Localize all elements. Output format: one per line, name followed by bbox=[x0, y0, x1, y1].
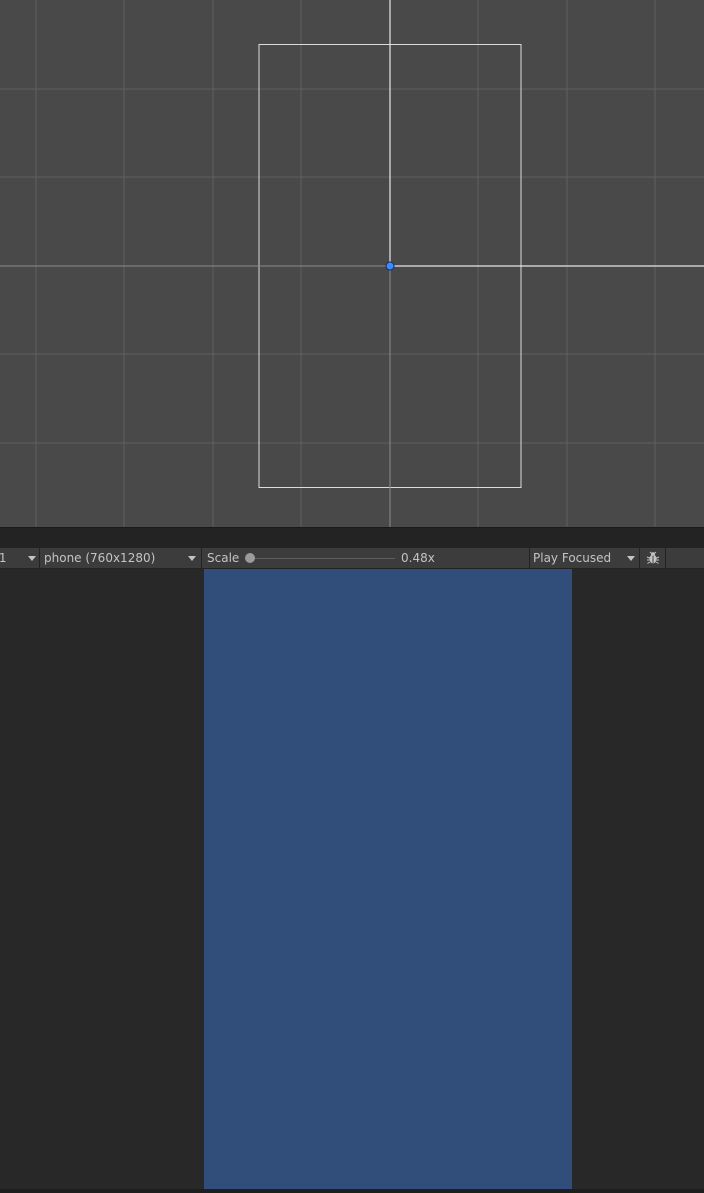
scale-slider-track[interactable] bbox=[247, 558, 395, 559]
display-dropdown-label: y 1 bbox=[0, 551, 7, 565]
scene-view[interactable] bbox=[0, 0, 704, 527]
scale-label: Scale bbox=[207, 551, 240, 565]
toolbar-separator bbox=[201, 548, 202, 568]
toolbar-separator bbox=[665, 548, 666, 568]
resolution-dropdown-label: phone (760x1280) bbox=[44, 551, 156, 565]
display-dropdown[interactable]: y 1 bbox=[0, 548, 40, 568]
scene-grid bbox=[0, 0, 704, 527]
resolution-dropdown[interactable]: phone (760x1280) bbox=[40, 548, 201, 568]
chevron-down-icon bbox=[28, 556, 36, 561]
chevron-down-icon bbox=[188, 556, 196, 561]
scale-value: 0.48x bbox=[401, 551, 435, 565]
play-mode-dropdown[interactable]: Play Focused bbox=[530, 548, 639, 568]
pivot-handle[interactable] bbox=[385, 261, 395, 271]
panel-divider[interactable] bbox=[0, 527, 704, 548]
bug-icon bbox=[646, 551, 659, 564]
play-mode-label: Play Focused bbox=[533, 551, 612, 565]
chevron-down-icon bbox=[627, 556, 635, 561]
game-view-toolbar: y 1 phone (760x1280) Scale 0.48x Play Fo… bbox=[0, 548, 704, 569]
game-render-area[interactable] bbox=[204, 569, 572, 1189]
scale-slider-thumb[interactable] bbox=[245, 553, 255, 563]
debug-button[interactable] bbox=[640, 548, 665, 568]
bottom-edge bbox=[0, 1189, 704, 1193]
game-view[interactable] bbox=[0, 569, 704, 1193]
